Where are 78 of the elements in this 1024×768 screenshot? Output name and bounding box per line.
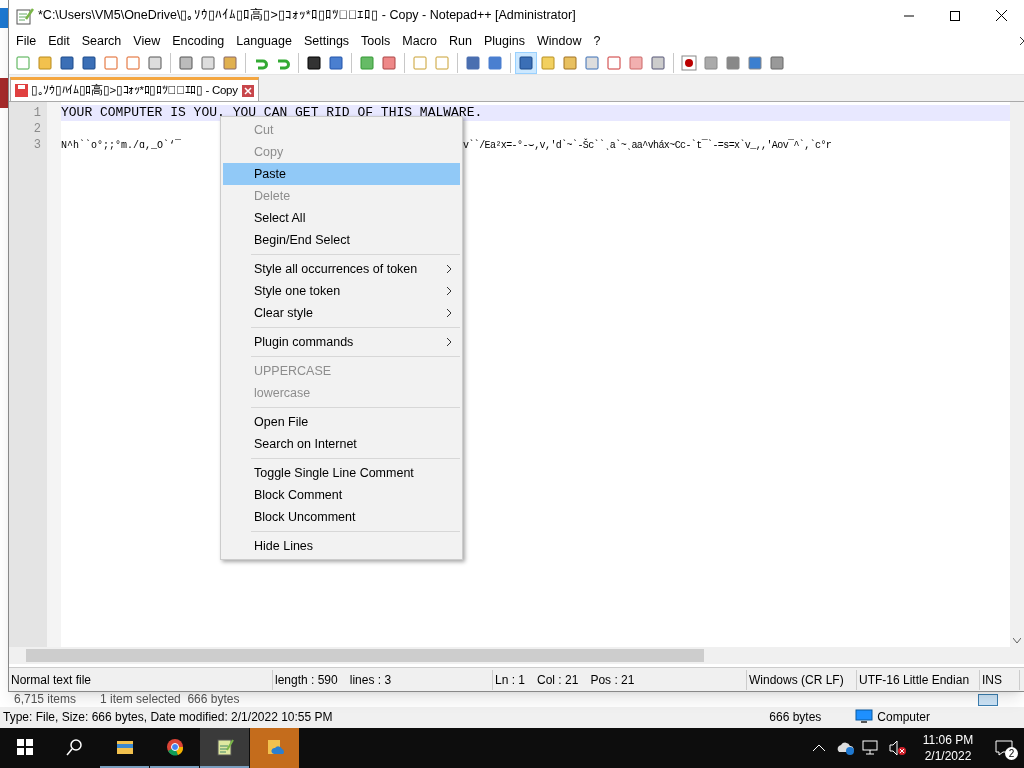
notification-count: 2: [1005, 747, 1018, 760]
selection-info: 1 item selected 666 bytes: [100, 692, 240, 706]
menu-item[interactable]: Edit: [42, 31, 76, 51]
monitor-icon: [855, 709, 874, 726]
line-number: 1: [32, 105, 41, 122]
notification-icon: [995, 740, 1013, 756]
clock-time[interactable]: 11:06 PM: [922, 732, 974, 748]
horizontal-scrollbar[interactable]: [9, 647, 1010, 664]
menu-item[interactable]: Clear style: [223, 302, 460, 324]
status-text: lines : 3: [349, 671, 392, 689]
details-view-icon: [978, 693, 998, 706]
line-number: 2: [32, 121, 41, 138]
menu-item[interactable]: Search: [75, 31, 128, 51]
floppy-icon: [15, 84, 28, 97]
status-text: Windows (CR LF): [749, 671, 844, 689]
code-text: v``/Ea²x=-°-⌣,v,'d`~`-Šc``ˎa`~ˎaa^vháx~Cc-`t¯`-=s=x`v_,,'Aov¯^`,`c°r: [463, 137, 832, 153]
menu-item[interactable]: Block Comment: [223, 484, 460, 506]
menu-item[interactable]: Plugin commands: [223, 331, 460, 353]
menu-item[interactable]: View: [127, 31, 167, 51]
close-document-icon[interactable]: [1020, 37, 1024, 45]
file-details: Type: File, Size: 666 bytes, Date modified: 2/1/2022 10:55 PM: [3, 709, 333, 727]
search-icon: [65, 738, 84, 756]
menu-item[interactable]: Settings: [297, 31, 356, 51]
clock-date[interactable]: 2/1/2022: [924, 748, 972, 764]
menu-item[interactable]: Toggle Single Line Comment: [223, 462, 460, 484]
file-size: 666 bytes: [769, 709, 823, 727]
menu-item[interactable]: Style one token: [223, 280, 460, 302]
record-icon: [681, 54, 697, 71]
window-edge: [0, 78, 8, 108]
menu-item[interactable]: Plugins: [477, 31, 531, 51]
menu-item[interactable]: Style all occurrences of token: [223, 258, 460, 280]
menu-item[interactable]: Tools: [355, 31, 397, 51]
status-text: INS: [982, 671, 1002, 689]
taskbar-button[interactable]: [200, 728, 249, 768]
window-title: *C:\Users\VM5\OneDrive\▯｡ｿｳ▯ﾊｲﾑ▯ﾛ高▯>▯ｺｫｯ*ﾛ▯ﾛﾂ▯ﾟｴﾛ▯ - Copy - Notepad++ [Administrator]: [38, 7, 576, 25]
close-tab-icon[interactable]: [241, 84, 254, 97]
status-text: Pos : 21: [590, 671, 635, 689]
notepad-icon: [215, 738, 234, 756]
code-text: N^h``o°;;°m./ɑ,_O`‘¯: [61, 138, 182, 153]
chevron-up-icon[interactable]: [812, 744, 826, 752]
notepad-app-icon: [16, 6, 34, 25]
menu-item[interactable]: Language: [230, 31, 298, 51]
chrome-icon: [165, 738, 184, 756]
menu-item[interactable]: ?: [587, 31, 607, 51]
cloud-sync-icon[interactable]: [836, 740, 856, 756]
menu-item[interactable]: Block Uncomment: [223, 506, 460, 528]
menu-item[interactable]: Search on Internet: [223, 433, 460, 455]
document-tab[interactable]: ▯｡ｿｳ▯ﾊｲﾑ▯ﾛ高▯>▯ｺｫｯ*ﾛ▯ﾛﾂ▯ﾟｴﾛ▯ - Copy: [10, 77, 259, 101]
tab-label: ▯｡ｿｳ▯ﾊｲﾑ▯ﾛ高▯>▯ｺｫｯ*ﾛ▯ﾛﾂ▯ﾟｴﾛ▯ - Copy: [31, 82, 238, 98]
volume-muted-icon[interactable]: [888, 740, 908, 756]
status-text: length : 590: [275, 671, 338, 689]
notification-button[interactable]: 2: [984, 728, 1024, 768]
scrollbar-thumb[interactable]: [26, 649, 704, 662]
line-number: 3: [32, 137, 41, 154]
windows-logo-icon: [15, 738, 34, 756]
status-text: Col : 21: [537, 671, 579, 689]
menu-item[interactable]: Run: [443, 31, 478, 51]
menu-item[interactable]: Window: [530, 31, 588, 51]
window-edge: [0, 8, 8, 28]
toolbar-button[interactable]: [515, 51, 537, 74]
status-text: Ln : 1: [495, 671, 526, 689]
menu-item[interactable]: File: [10, 31, 43, 51]
maximize-icon: [950, 10, 960, 21]
menu-item[interactable]: Paste: [223, 163, 460, 185]
close-icon: [995, 10, 1007, 21]
status-text: Normal text file: [11, 671, 92, 689]
vertical-scrollbar[interactable]: [1010, 102, 1024, 664]
status-text: UTF-16 Little Endian: [859, 671, 970, 689]
menu-item[interactable]: Encoding: [166, 31, 231, 51]
menu-item[interactable]: Open File: [223, 411, 460, 433]
item-count: 6,715 items: [14, 692, 77, 706]
menu-item[interactable]: Begin/End Select: [223, 229, 460, 251]
menu-item[interactable]: Macro: [396, 31, 444, 51]
menu-item[interactable]: Hide Lines: [223, 535, 460, 557]
scroll-down-icon[interactable]: [1013, 638, 1021, 644]
menu-item[interactable]: Select All: [223, 207, 460, 229]
folder-cloud-icon: [265, 738, 284, 756]
location-label: Computer: [877, 709, 930, 727]
